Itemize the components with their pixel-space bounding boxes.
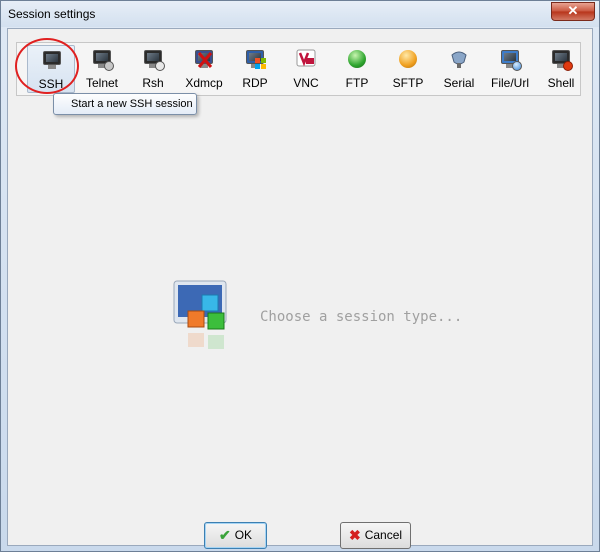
cancel-label: Cancel [364, 528, 403, 542]
telnet-terminal-icon [92, 49, 114, 71]
tool-shell[interactable]: Shell [537, 45, 585, 93]
tool-sftp[interactable]: SFTP [384, 45, 432, 93]
tool-serial[interactable]: Serial [435, 45, 483, 93]
file-url-icon [500, 49, 522, 71]
shell-icon [551, 49, 573, 71]
choose-session-type-text: Choose a session type... [260, 309, 463, 325]
tool-vnc[interactable]: VNC [282, 45, 330, 93]
ok-button[interactable]: ✔ OK [204, 522, 267, 549]
session-type-toolbar: SSH Telnet Rsh Xdmcp RDP VNC FTP SFTP Se… [16, 42, 581, 96]
tool-rdp[interactable]: RDP [231, 45, 279, 93]
sftp-icon [398, 49, 418, 69]
session-cubes-icon [172, 279, 230, 363]
session-settings-window: Session settings ✕ SSH Telnet Rsh Xdmcp … [0, 0, 600, 552]
tool-ftp[interactable]: FTP [333, 45, 381, 93]
highlight-circle [15, 38, 79, 94]
tool-label: Shell [547, 76, 575, 90]
close-button[interactable]: ✕ [551, 2, 595, 21]
tool-telnet[interactable]: Telnet [78, 45, 126, 93]
rsh-terminal-icon [143, 49, 165, 71]
cancel-x-icon: ✖ [348, 527, 361, 544]
cancel-button[interactable]: ✖ Cancel [340, 522, 411, 549]
vnc-icon [296, 49, 316, 69]
ftp-icon [347, 49, 367, 69]
session-type-placeholder: Choose a session type... [172, 279, 472, 369]
ok-label: OK [234, 528, 253, 542]
xdmcp-icon [194, 49, 214, 69]
ssh-tooltip: Start a new SSH session [53, 93, 197, 115]
rdp-icon [245, 49, 266, 69]
tool-rsh[interactable]: Rsh [129, 45, 177, 93]
check-icon: ✔ [218, 527, 231, 544]
serial-icon [449, 49, 469, 69]
tool-file-url[interactable]: File/Url [486, 45, 534, 93]
window-title: Session settings [8, 7, 96, 21]
tool-xdmcp[interactable]: Xdmcp [180, 45, 228, 93]
title-bar[interactable]: Session settings ✕ [1, 1, 599, 27]
